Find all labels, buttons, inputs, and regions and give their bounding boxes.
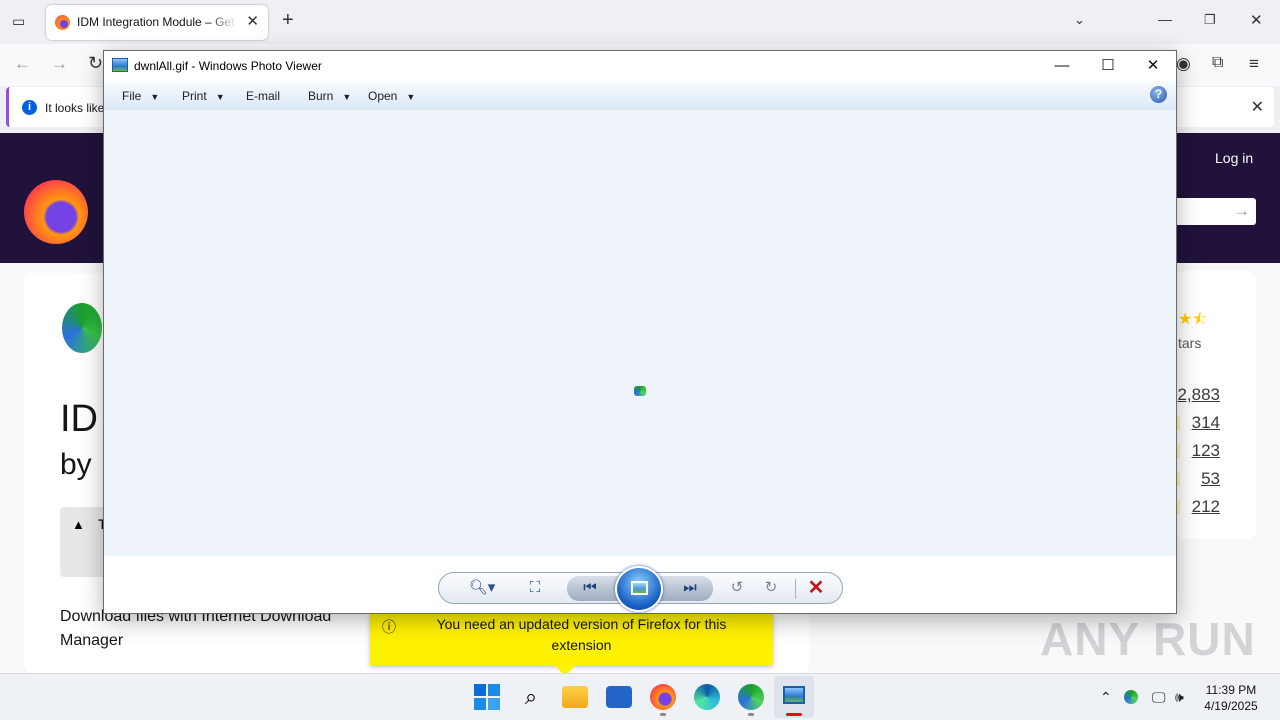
tab-title: IDM Integration Module – Get this Extens… <box>77 15 237 29</box>
chevron-up-icon[interactable]: ⌃ <box>1100 689 1112 706</box>
menu-open-label: Open <box>368 89 398 103</box>
network-icon[interactable]: 🖵︎ <box>1152 689 1166 706</box>
help-icon[interactable]: ? <box>1150 86 1167 103</box>
rating-count-link[interactable]: 2,883 <box>1170 385 1220 405</box>
list-tabs-icon[interactable]: ⌄ <box>1074 12 1085 28</box>
star-rating-icon: ★⯪ <box>1178 311 1208 328</box>
login-link[interactable]: Log in <box>1215 150 1253 166</box>
next-icon[interactable]: ⏭ <box>677 577 703 599</box>
close-icon[interactable]: ✕ <box>1133 55 1173 77</box>
clock[interactable]: 11:39 PM 4/19/2025 <box>1196 682 1266 714</box>
close-tab-icon[interactable]: ✕ <box>246 12 259 30</box>
menu-bar: File ▼ Print ▼ E-mail Burn ▼ Open ▼ ? <box>104 81 1176 110</box>
menu-open[interactable]: Open ▼ <box>368 89 415 103</box>
playback-controls: 🔍︎▾ ⛶ ⏮ ⏭ ↺ ↻ ✕ <box>438 566 843 612</box>
actual-size-icon[interactable]: ⛶ <box>523 577 547 599</box>
photo-viewer-app-icon <box>112 58 128 72</box>
active-indicator <box>786 713 802 716</box>
addon-title: ID <box>60 398 98 440</box>
rotate-clockwise-icon[interactable]: ↻ <box>759 577 783 599</box>
popup-message: You need an updated version of Firefox f… <box>436 616 727 653</box>
menu-file[interactable]: File ▼ <box>122 89 159 103</box>
rating-count-link[interactable]: 314 <box>1170 413 1220 433</box>
chevron-down-icon: ▼ <box>150 92 160 102</box>
chevron-down-icon: ▼ <box>406 92 416 102</box>
running-indicator <box>748 713 754 716</box>
maximize-icon[interactable]: ☐ <box>1088 55 1128 77</box>
zoom-icon[interactable]: 🔍︎▾ <box>465 577 499 599</box>
running-indicator <box>660 713 666 716</box>
menu-burn-label: Burn <box>308 89 334 103</box>
firefox-favicon-icon <box>55 15 70 30</box>
photo-viewer-window: dwnlAll.gif - Windows Photo Viewer — ☐ ✕… <box>103 50 1177 614</box>
file-explorer-icon[interactable] <box>562 686 588 708</box>
slideshow-button[interactable] <box>615 566 663 612</box>
info-icon: i <box>22 100 37 115</box>
menu-file-label: File <box>122 89 142 103</box>
taskbar: ⌕ ⌃ 🖵︎ 🕪︎ 11:39 PM 4/19/2025 <box>0 673 1280 720</box>
anyrun-watermark: ANY RUN <box>1040 613 1256 665</box>
idm-tray-icon[interactable] <box>1124 690 1138 704</box>
minimize-icon[interactable]: — <box>1042 55 1082 77</box>
rating-count-link[interactable]: 123 <box>1170 441 1220 461</box>
start-icon[interactable] <box>474 684 500 710</box>
extensions-icon[interactable]: ⧉ <box>1212 54 1223 72</box>
menu-print-label: Print <box>182 89 207 103</box>
minimize-icon[interactable]: — <box>1158 11 1172 27</box>
menu-email-label: E-mail <box>246 89 281 103</box>
search-icon[interactable]: ⌕ <box>518 684 544 710</box>
window-title: dwnlAll.gif - Windows Photo Viewer <box>134 59 322 73</box>
menu-burn[interactable]: Burn ▼ <box>308 89 351 103</box>
divider <box>795 579 796 599</box>
forward-icon[interactable]: → <box>51 54 68 74</box>
title-bar[interactable]: dwnlAll.gif - Windows Photo Viewer — ☐ ✕ <box>104 51 1176 81</box>
control-bar: 🔍︎▾ ⛶ ⏮ ⏭ ↺ ↻ ✕ <box>104 556 1176 613</box>
rating-summary: ★⯪ tars <box>1178 308 1208 351</box>
menu-icon[interactable]: ≡ <box>1249 54 1259 74</box>
slideshow-icon <box>631 581 648 595</box>
addon-author: by <box>60 448 92 481</box>
menu-print[interactable]: Print ▼ <box>182 89 225 103</box>
volume-icon[interactable]: 🕪︎ <box>1175 689 1184 706</box>
search-submit-icon[interactable]: → <box>1233 201 1250 221</box>
notification-message: It looks like <box>45 101 105 115</box>
account-icon[interactable]: ◉ <box>1176 54 1191 74</box>
rating-count-link[interactable]: 212 <box>1170 497 1220 517</box>
firefox-update-popup: ⓘ You need an updated version of Firefox… <box>370 611 773 676</box>
rotate-counterclockwise-icon[interactable]: ↺ <box>725 577 749 599</box>
close-window-icon[interactable]: ✕ <box>1250 11 1263 29</box>
close-notification-icon[interactable]: ✕ <box>1251 97 1264 117</box>
gif-image <box>634 386 646 396</box>
back-icon[interactable]: ← <box>14 54 31 74</box>
delete-icon[interactable]: ✕ <box>805 577 827 599</box>
clock-date: 4/19/2025 <box>1204 699 1258 713</box>
tab-strip: ▭ IDM Integration Module – Get this Exte… <box>0 0 1280 44</box>
browser-tab[interactable]: IDM Integration Module – Get this Extens… <box>46 5 268 40</box>
menu-email[interactable]: E-mail <box>246 89 280 103</box>
reload-icon[interactable]: ↻ <box>88 53 103 74</box>
warning-icon: ▲ <box>72 517 85 532</box>
idm-icon[interactable] <box>738 684 764 710</box>
rating-label: tars <box>1178 335 1202 351</box>
chevron-down-icon: ▼ <box>342 92 352 102</box>
new-tab-icon[interactable]: + <box>282 9 294 32</box>
store-icon[interactable] <box>606 686 632 708</box>
idm-logo-icon <box>62 303 102 353</box>
restore-icon[interactable]: ❐ <box>1204 12 1216 28</box>
tab-overview-icon[interactable]: ▭ <box>12 13 25 30</box>
photo-viewer-icon <box>783 686 805 704</box>
firefox-icon[interactable] <box>650 684 676 710</box>
edge-icon[interactable] <box>694 684 720 710</box>
clock-time: 11:39 PM <box>1205 683 1257 697</box>
firefox-logo-icon[interactable] <box>24 180 88 244</box>
chevron-down-icon: ▼ <box>215 92 225 102</box>
previous-icon[interactable]: ⏮ <box>577 577 603 599</box>
rating-count-link[interactable]: 53 <box>1170 469 1220 489</box>
image-display-area <box>104 110 1176 556</box>
info-icon: ⓘ <box>382 619 396 635</box>
